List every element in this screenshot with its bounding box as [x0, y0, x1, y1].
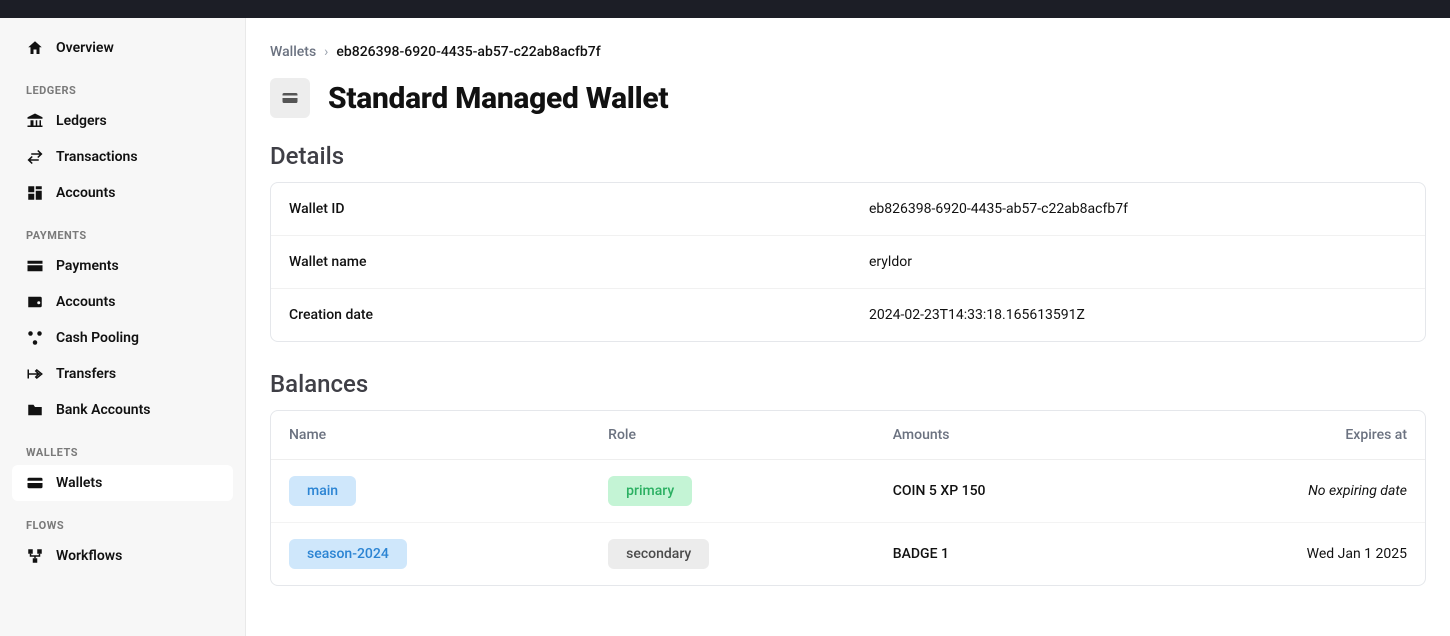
table-row[interactable]: season-2024 secondary BADGE 1 Wed Jan 1 …	[271, 523, 1425, 586]
sidebar-item-label: Bank Accounts	[56, 402, 151, 418]
balances-card: Name Role Amounts Expires at main	[270, 410, 1426, 586]
breadcrumb: Wallets › eb826398-6920-4435-ab57-c22ab8…	[270, 44, 1426, 60]
balances-col-amounts: Amounts	[875, 411, 1142, 460]
details-value: eb826398-6920-4435-ab57-c22ab8acfb7f	[869, 201, 1128, 217]
accounts-icon	[26, 184, 44, 202]
balance-name-badge[interactable]: season-2024	[289, 539, 407, 569]
wallet-title-icon	[270, 78, 310, 118]
main-content: Wallets › eb826398-6920-4435-ab57-c22ab8…	[246, 18, 1450, 636]
transfer-icon	[26, 365, 44, 383]
sidebar-item-ledgers[interactable]: Ledgers	[12, 103, 233, 139]
details-row: Wallet name eryldor	[271, 236, 1425, 289]
balances-heading: Balances	[270, 370, 1426, 398]
sidebar-item-label: Accounts	[56, 294, 115, 310]
sidebar-item-label: Accounts	[56, 185, 115, 201]
sidebar-item-label: Cash Pooling	[56, 330, 139, 346]
sidebar-section-flows: FLOWS	[12, 501, 233, 538]
sidebar-item-overview[interactable]: Overview	[12, 30, 233, 66]
wallet-icon	[26, 293, 44, 311]
balance-role-badge: secondary	[608, 539, 709, 569]
balances-section: Balances Name Role Amounts Expires at	[270, 370, 1426, 586]
details-key: Creation date	[289, 307, 869, 323]
title-row: Standard Managed Wallet	[270, 78, 1426, 118]
breadcrumb-current: eb826398-6920-4435-ab57-c22ab8acfb7f	[336, 44, 600, 60]
page-title: Standard Managed Wallet	[328, 81, 668, 116]
sidebar-item-accounts-payments[interactable]: Accounts	[12, 284, 233, 320]
sidebar-item-payments[interactable]: Payments	[12, 248, 233, 284]
sidebar-item-transfers[interactable]: Transfers	[12, 356, 233, 392]
balance-amounts: BADGE 1	[875, 523, 1142, 586]
balances-table: Name Role Amounts Expires at main	[271, 411, 1425, 585]
sidebar-item-workflows[interactable]: Workflows	[12, 538, 233, 574]
details-section: Details Wallet ID eb826398-6920-4435-ab5…	[270, 142, 1426, 342]
sidebar-item-label: Ledgers	[56, 113, 107, 129]
table-row[interactable]: main primary COIN 5 XP 150 No expiring d…	[271, 460, 1425, 523]
sidebar: Overview LEDGERS Ledgers Transactions Ac…	[0, 18, 246, 636]
balance-expires: Wed Jan 1 2025	[1142, 523, 1425, 586]
sidebar-item-wallets[interactable]: Wallets	[12, 465, 233, 501]
details-card: Wallet ID eb826398-6920-4435-ab57-c22ab8…	[270, 182, 1426, 342]
balances-col-role: Role	[590, 411, 875, 460]
balances-col-expires: Expires at	[1142, 411, 1425, 460]
balances-col-name: Name	[271, 411, 590, 460]
details-key: Wallet name	[289, 254, 869, 270]
home-icon	[26, 39, 44, 57]
sidebar-item-label: Workflows	[56, 548, 122, 564]
sidebar-item-label: Transactions	[56, 149, 138, 165]
sidebar-item-label: Payments	[56, 258, 119, 274]
details-value: 2024-02-23T14:33:18.165613591Z	[869, 307, 1085, 323]
nodes-icon	[26, 329, 44, 347]
sidebar-item-accounts-ledger[interactable]: Accounts	[12, 175, 233, 211]
details-key: Wallet ID	[289, 201, 869, 217]
sidebar-item-label: Overview	[56, 40, 114, 56]
sidebar-item-bank-accounts[interactable]: Bank Accounts	[12, 392, 233, 428]
sidebar-item-label: Wallets	[56, 475, 102, 491]
sidebar-item-transactions[interactable]: Transactions	[12, 139, 233, 175]
workflow-icon	[26, 547, 44, 565]
card-icon	[26, 257, 44, 275]
details-heading: Details	[270, 142, 1426, 170]
breadcrumb-root[interactable]: Wallets	[270, 44, 316, 60]
sidebar-section-ledgers: LEDGERS	[12, 66, 233, 103]
wallet-card-icon	[26, 474, 44, 492]
details-row: Creation date 2024-02-23T14:33:18.165613…	[271, 289, 1425, 341]
sidebar-item-cash-pooling[interactable]: Cash Pooling	[12, 320, 233, 356]
folder-icon	[26, 401, 44, 419]
details-row: Wallet ID eb826398-6920-4435-ab57-c22ab8…	[271, 183, 1425, 236]
balance-role-badge: primary	[608, 476, 692, 506]
details-value: eryldor	[869, 254, 912, 270]
bank-icon	[26, 112, 44, 130]
topbar	[0, 0, 1450, 18]
sidebar-section-payments: PAYMENTS	[12, 211, 233, 248]
balance-name-badge[interactable]: main	[289, 476, 356, 506]
balance-expires: No expiring date	[1142, 460, 1425, 523]
balance-amounts: COIN 5 XP 150	[875, 460, 1142, 523]
swap-icon	[26, 148, 44, 166]
sidebar-section-wallets: WALLETS	[12, 428, 233, 465]
sidebar-item-label: Transfers	[56, 366, 116, 382]
breadcrumb-separator: ›	[324, 44, 328, 60]
